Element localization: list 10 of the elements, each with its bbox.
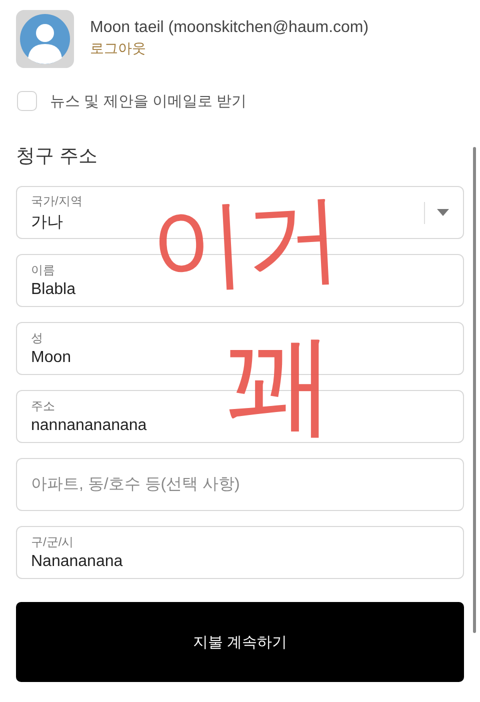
logout-link[interactable]: 로그아웃 bbox=[90, 40, 369, 58]
checkbox-label: 뉴스 및 제안을 이메일로 받기 bbox=[50, 92, 247, 110]
account-name: Moon taeil (moonskitchen@haum.com) bbox=[90, 19, 369, 37]
continue-button[interactable]: 지불 계속하기 bbox=[16, 602, 464, 682]
avatar-icon bbox=[16, 10, 74, 68]
checkbox[interactable] bbox=[17, 91, 37, 111]
caret-icon bbox=[437, 209, 449, 216]
input-field[interactable]: 구/군/시 Nanananana bbox=[16, 526, 464, 579]
input-field[interactable]: 아파트, 동/호수 등(선택 사항) bbox=[16, 458, 464, 511]
section-title: 청구 주소 bbox=[16, 145, 98, 169]
